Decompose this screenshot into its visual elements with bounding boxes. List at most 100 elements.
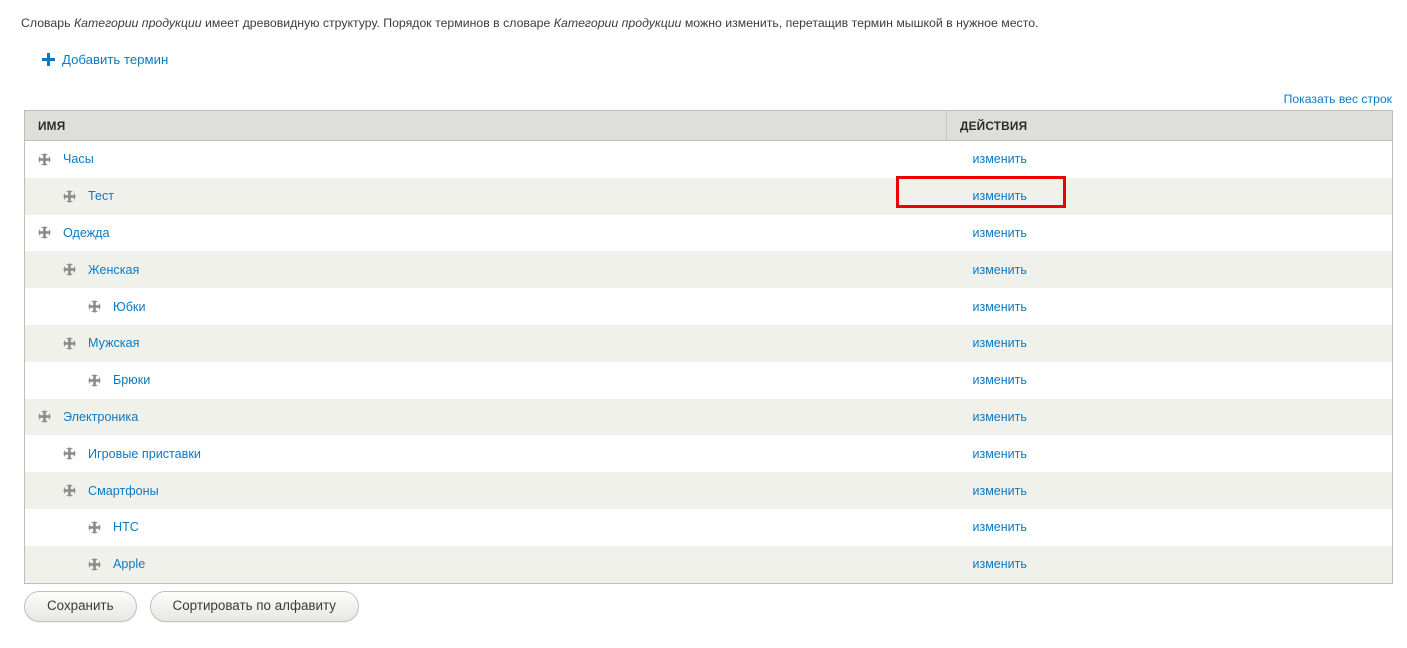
term-actions-cell: изменить xyxy=(947,509,1393,546)
term-name-cell: Юбки xyxy=(25,288,947,325)
term-link[interactable]: Электроника xyxy=(63,410,138,424)
edit-term-link[interactable]: изменить xyxy=(973,373,1027,387)
term-name-cell: Одежда xyxy=(25,215,947,252)
term-link[interactable]: Тест xyxy=(88,189,114,203)
drag-handle-icon[interactable] xyxy=(63,190,76,203)
term-link[interactable]: Женская xyxy=(88,263,139,277)
edit-term-link[interactable]: изменить xyxy=(973,263,1027,277)
edit-term-link[interactable]: изменить xyxy=(973,484,1027,498)
term-name-wrapper: Смартфоны xyxy=(38,472,947,509)
term-actions-cell: изменить xyxy=(947,362,1393,399)
term-actions-cell: изменить xyxy=(947,546,1393,583)
form-actions: Сохранить Сортировать по алфавиту xyxy=(24,591,359,622)
table-row[interactable]: Юбки изменить xyxy=(24,288,1393,325)
term-link[interactable]: Apple xyxy=(113,557,145,571)
drag-handle-icon[interactable] xyxy=(63,337,76,350)
edit-term-link[interactable]: изменить xyxy=(973,336,1027,350)
edit-term-link[interactable]: изменить xyxy=(973,189,1027,203)
term-link[interactable]: Одежда xyxy=(63,226,110,240)
term-name-wrapper: Игровые приставки xyxy=(38,435,947,472)
term-link[interactable]: Мужская xyxy=(88,336,139,350)
intro-text-part3: можно изменить, перетащив термин мышкой … xyxy=(681,16,1039,30)
term-name-wrapper: Apple xyxy=(38,546,947,583)
term-name-wrapper: HTC xyxy=(38,509,947,546)
column-header-name: ИМЯ xyxy=(24,110,947,141)
drag-handle-icon[interactable] xyxy=(88,558,101,571)
edit-term-link[interactable]: изменить xyxy=(973,226,1027,240)
drag-handle-icon[interactable] xyxy=(88,374,101,387)
intro-text-part1: Словарь xyxy=(21,16,74,30)
term-name-wrapper: Часы xyxy=(38,141,947,178)
drag-handle-icon[interactable] xyxy=(63,263,76,276)
term-name-wrapper: Женская xyxy=(38,251,947,288)
term-name-cell: Брюки xyxy=(25,362,947,399)
table-row[interactable]: Одежда изменить xyxy=(24,214,1393,252)
term-actions-cell: изменить xyxy=(947,472,1393,509)
table-row[interactable]: HTC изменить xyxy=(24,508,1393,546)
term-name-cell: Мужская xyxy=(25,325,947,362)
term-actions-cell: изменить xyxy=(947,325,1393,362)
term-name-cell: Часы xyxy=(25,141,947,178)
term-link[interactable]: Часы xyxy=(63,152,94,166)
edit-term-link[interactable]: изменить xyxy=(973,447,1027,461)
term-actions-cell: изменить xyxy=(947,251,1393,288)
table-row[interactable]: Игровые приставки изменить xyxy=(24,435,1393,473)
drag-handle-icon[interactable] xyxy=(38,153,51,166)
edit-term-link[interactable]: изменить xyxy=(973,300,1027,314)
sort-alphabetically-button[interactable]: Сортировать по алфавиту xyxy=(149,591,359,622)
table-row[interactable]: Электроника изменить xyxy=(24,398,1393,436)
term-name-wrapper: Юбки xyxy=(38,288,947,325)
edit-term-link[interactable]: изменить xyxy=(973,557,1027,571)
term-name-cell: Тест xyxy=(25,178,947,215)
edit-term-link[interactable]: изменить xyxy=(973,152,1027,166)
term-name-wrapper: Мужская xyxy=(38,325,947,362)
edit-term-link[interactable]: изменить xyxy=(973,520,1027,534)
term-link[interactable]: Смартфоны xyxy=(88,484,159,498)
term-actions-cell: изменить xyxy=(947,399,1393,436)
vocabulary-name-first: Категории продукции xyxy=(73,16,202,30)
drag-handle-icon[interactable] xyxy=(88,521,101,534)
drag-handle-icon[interactable] xyxy=(38,410,51,423)
term-actions-cell: изменить xyxy=(947,435,1393,472)
term-actions-cell: изменить xyxy=(947,141,1393,178)
show-row-weights-link[interactable]: Показать вес строк xyxy=(1284,92,1392,106)
table-row[interactable]: Брюки изменить xyxy=(24,361,1393,399)
add-term-link[interactable]: Добавить термин xyxy=(62,52,168,67)
term-name-cell: Женская xyxy=(25,251,947,288)
term-name-wrapper: Электроника xyxy=(38,399,947,436)
term-link[interactable]: HTC xyxy=(113,520,139,534)
term-name-cell: Игровые приставки xyxy=(25,435,947,472)
term-name-cell: Смартфоны xyxy=(25,472,947,509)
drag-handle-icon[interactable] xyxy=(63,447,76,460)
drag-handle-icon[interactable] xyxy=(63,484,76,497)
term-link[interactable]: Брюки xyxy=(113,373,150,387)
add-term-action[interactable]: Добавить термин xyxy=(42,52,168,67)
column-header-actions: ДЕЙСТВИЯ xyxy=(946,110,1393,141)
term-actions-cell: изменить xyxy=(947,288,1393,325)
drag-handle-icon[interactable] xyxy=(38,226,51,239)
table-row[interactable]: Смартфоны изменить xyxy=(24,472,1393,509)
save-button[interactable]: Сохранить xyxy=(24,591,137,622)
taxonomy-terms-table: ИМЯ ДЕЙСТВИЯ Часы изменить Тест изменить Оде… xyxy=(24,110,1393,584)
table-header-row: ИМЯ ДЕЙСТВИЯ xyxy=(24,110,1393,141)
term-name-cell: Электроника xyxy=(25,399,947,436)
term-link[interactable]: Игровые приставки xyxy=(88,447,201,461)
term-name-cell: Apple xyxy=(25,546,947,583)
table-row[interactable]: Часы изменить xyxy=(24,140,1393,178)
taxonomy-overview-page: Словарь Категории продукции имеет древов… xyxy=(0,0,1407,648)
vocabulary-name-second: Категории продукции xyxy=(553,16,682,30)
term-actions-cell: изменить xyxy=(947,215,1393,252)
term-name-wrapper: Одежда xyxy=(38,215,947,252)
table-row[interactable]: Тест изменить xyxy=(24,177,1393,215)
term-actions-cell: изменить xyxy=(947,178,1393,215)
edit-term-link[interactable]: изменить xyxy=(973,410,1027,424)
term-link[interactable]: Юбки xyxy=(113,300,145,314)
table-row[interactable]: Женская изменить xyxy=(24,251,1393,289)
term-name-wrapper: Брюки xyxy=(38,362,947,399)
intro-description: Словарь Категории продукции имеет древов… xyxy=(21,15,1381,32)
plus-icon xyxy=(42,53,55,66)
drag-handle-icon[interactable] xyxy=(88,300,101,313)
term-name-cell: HTC xyxy=(25,509,947,546)
table-row[interactable]: Мужская изменить xyxy=(24,324,1393,362)
table-row[interactable]: Apple изменить xyxy=(24,545,1393,584)
